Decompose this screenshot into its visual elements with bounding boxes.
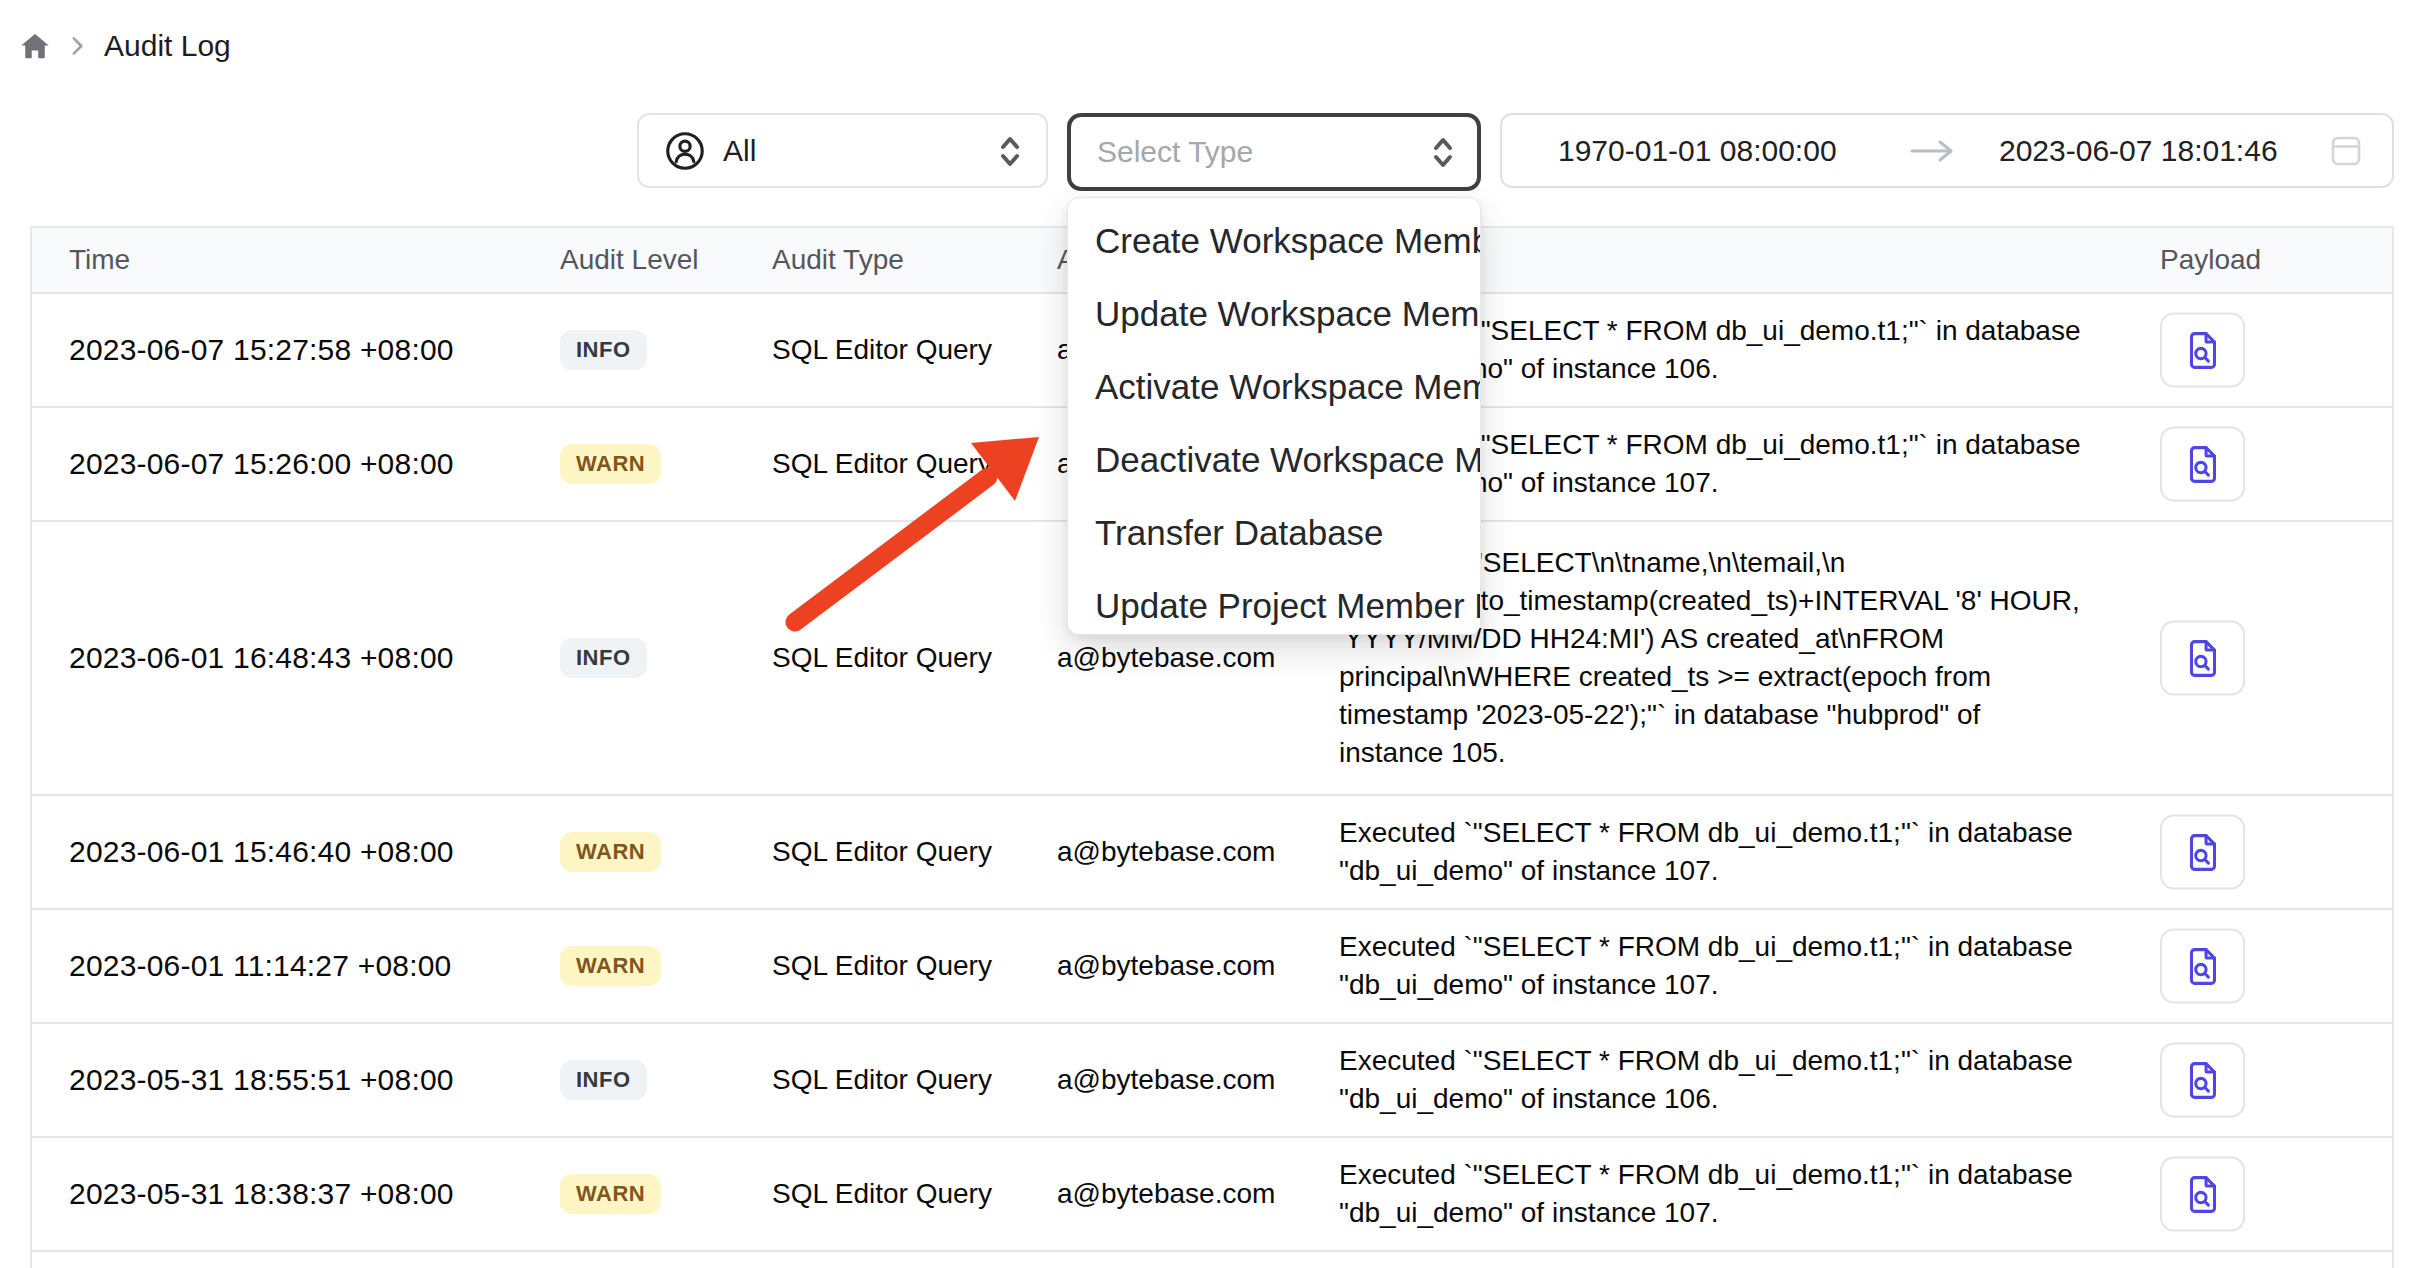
- type-menu-item[interactable]: Update Workspace Member: [1068, 277, 1480, 350]
- row-audit-level: INFO: [560, 1060, 647, 1100]
- row-comment: Executed `"SELECT * FROM db_ui_demo.t1;"…: [1339, 1042, 2129, 1118]
- audit-level-badge: WARN: [560, 946, 661, 986]
- row-audit-type: SQL Editor Query: [772, 448, 992, 480]
- audit-log-row: 2023-05-31 18:55:51 +08:00 INFO SQL Editor…: [32, 1024, 2392, 1138]
- payload-doc-magnifier-icon: [2180, 1171, 2226, 1217]
- row-time: 2023-06-01 15:46:40 +08:00: [69, 835, 454, 869]
- select-chevrons-icon: [998, 130, 1022, 172]
- column-header-payload: Payload: [2160, 244, 2261, 276]
- date-range-input[interactable]: 1970-01-01 08:00:00 2023-06-07 18:01:46: [1500, 113, 2394, 188]
- audit-log-row: 2023-05-31 18:38:37 +08:00 WARN SQL Editor…: [32, 1138, 2392, 1252]
- column-header-level: Audit Level: [560, 244, 699, 276]
- payload-doc-magnifier-icon: [2180, 1057, 2226, 1103]
- breadcrumb: Audit Log: [20, 29, 231, 63]
- audit-log-row-partial: [32, 1252, 2392, 1268]
- actor-filter-select[interactable]: All: [637, 113, 1048, 188]
- row-audit-level: INFO: [560, 638, 647, 678]
- column-header-time: Time: [69, 244, 130, 276]
- audit-level-badge: INFO: [560, 638, 647, 678]
- payload-doc-magnifier-icon: [2180, 635, 2226, 681]
- row-audit-level: WARN: [560, 946, 661, 986]
- payload-view-button[interactable]: [2160, 929, 2245, 1004]
- actor-filter-value: All: [723, 134, 756, 168]
- row-comment-line: Executed `"SELECT * FROM db_ui_demo.t1;"…: [1339, 928, 2129, 966]
- row-audit-level: INFO: [560, 330, 647, 370]
- calendar-icon[interactable]: [2328, 133, 2364, 169]
- home-icon[interactable]: [20, 31, 50, 61]
- row-actor: a@bytebase.com: [1057, 1178, 1275, 1210]
- column-header-type: Audit Type: [772, 244, 904, 276]
- row-actor: a@bytebase.com: [1057, 950, 1275, 982]
- date-range-start[interactable]: 1970-01-01 08:00:00: [1558, 134, 1837, 168]
- payload-view-button[interactable]: [2160, 313, 2245, 388]
- row-comment: Executed `"SELECT * FROM db_ui_demo.t1;"…: [1339, 814, 2129, 890]
- row-comment-line: timestamp '2023-05-22');"` in database "…: [1339, 696, 2129, 734]
- row-comment-line: Executed `"SELECT * FROM db_ui_demo.t1;"…: [1339, 1156, 2129, 1194]
- row-audit-level: WARN: [560, 832, 661, 872]
- payload-view-button[interactable]: [2160, 815, 2245, 890]
- payload-view-button[interactable]: [2160, 1157, 2245, 1232]
- row-time: 2023-06-01 11:14:27 +08:00: [69, 949, 451, 983]
- row-comment-line: Executed `"SELECT * FROM db_ui_demo.t1;"…: [1339, 1042, 2129, 1080]
- select-chevrons-icon: [1431, 131, 1455, 173]
- row-audit-type: SQL Editor Query: [772, 1178, 992, 1210]
- row-comment-line: "db_ui_demo" of instance 106.: [1339, 1080, 2129, 1118]
- row-actor: a@bytebase.com: [1057, 836, 1275, 868]
- breadcrumb-chevron-icon: [64, 33, 90, 59]
- row-comment-line: instance 105.: [1339, 734, 2129, 772]
- row-comment: Executed `"SELECT * FROM db_ui_demo.t1;"…: [1339, 928, 2129, 1004]
- row-time: 2023-05-31 18:38:37 +08:00: [69, 1177, 454, 1211]
- audit-log-row: 2023-06-01 15:46:40 +08:00 WARN SQL Editor…: [32, 796, 2392, 910]
- row-audit-type: SQL Editor Query: [772, 950, 992, 982]
- audit-level-badge: INFO: [560, 1060, 647, 1100]
- type-filter-select[interactable]: Select Type: [1067, 113, 1481, 191]
- row-actor: a@bytebase.com: [1057, 642, 1275, 674]
- type-select-dropdown: Create Workspace MemberUpdate Workspace …: [1067, 197, 1481, 635]
- row-comment-line: "db_ui_demo" of instance 107.: [1339, 852, 2129, 890]
- audit-level-badge: WARN: [560, 1174, 661, 1214]
- row-audit-level: WARN: [560, 444, 661, 484]
- row-time: 2023-05-31 18:55:51 +08:00: [69, 1063, 454, 1097]
- audit-level-badge: INFO: [560, 330, 647, 370]
- row-time: 2023-06-01 16:48:43 +08:00: [69, 641, 454, 675]
- type-menu-item[interactable]: Deactivate Workspace Member: [1068, 423, 1480, 496]
- row-audit-type: SQL Editor Query: [772, 642, 992, 674]
- payload-doc-magnifier-icon: [2180, 829, 2226, 875]
- payload-doc-magnifier-icon: [2180, 441, 2226, 487]
- date-range-end[interactable]: 2023-06-07 18:01:46: [1999, 134, 2278, 168]
- type-filter-placeholder: Select Type: [1097, 135, 1253, 169]
- audit-level-badge: WARN: [560, 832, 661, 872]
- payload-view-button[interactable]: [2160, 621, 2245, 696]
- row-audit-type: SQL Editor Query: [772, 334, 992, 366]
- arrow-right-icon: [1906, 137, 1958, 165]
- type-menu-item[interactable]: Update Project Member Role: [1068, 569, 1480, 635]
- row-comment-line: "db_ui_demo" of instance 107.: [1339, 966, 2129, 1004]
- payload-view-button[interactable]: [2160, 1043, 2245, 1118]
- row-time: 2023-06-07 15:26:00 +08:00: [69, 447, 454, 481]
- page-title: Audit Log: [104, 29, 231, 63]
- row-comment-line: "db_ui_demo" of instance 107.: [1339, 1194, 2129, 1232]
- row-comment: Executed `"SELECT * FROM db_ui_demo.t1;"…: [1339, 1156, 2129, 1232]
- row-audit-level: WARN: [560, 1174, 661, 1214]
- type-menu-item[interactable]: Activate Workspace Member: [1068, 350, 1480, 423]
- payload-doc-magnifier-icon: [2180, 327, 2226, 373]
- row-audit-type: SQL Editor Query: [772, 836, 992, 868]
- audit-log-row: 2023-06-01 11:14:27 +08:00 WARN SQL Editor…: [32, 910, 2392, 1024]
- row-actor: a@bytebase.com: [1057, 1064, 1275, 1096]
- row-comment-line: Executed `"SELECT * FROM db_ui_demo.t1;"…: [1339, 814, 2129, 852]
- payload-doc-magnifier-icon: [2180, 943, 2226, 989]
- type-menu-item[interactable]: Transfer Database: [1068, 496, 1480, 569]
- audit-level-badge: WARN: [560, 444, 661, 484]
- row-audit-type: SQL Editor Query: [772, 1064, 992, 1096]
- payload-view-button[interactable]: [2160, 427, 2245, 502]
- type-menu-item[interactable]: Create Workspace Member: [1068, 204, 1480, 277]
- row-comment-line: principal\nWHERE created_ts >= extract(e…: [1339, 658, 2129, 696]
- person-circle-icon: [663, 129, 707, 173]
- row-time: 2023-06-07 15:27:58 +08:00: [69, 333, 454, 367]
